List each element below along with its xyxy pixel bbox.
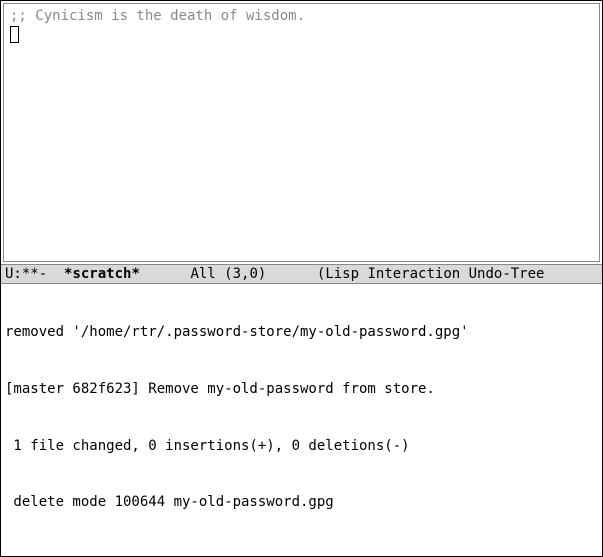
modeline-modes: (Lisp Interaction Undo-Tree [317, 266, 545, 282]
echo-area: removed '/home/rtr/.password-store/my-ol… [1, 284, 602, 556]
echo-line: removed '/home/rtr/.password-store/my-ol… [5, 323, 598, 342]
emacs-window: ;; Cynicism is the death of wisdom. U:**… [1, 1, 602, 556]
echo-line: [master 682f623] Remove my-old-password … [5, 380, 598, 399]
mode-line[interactable]: U:**- *scratch* All (3,0) (Lisp Interact… [1, 264, 602, 284]
echo-line: 1 file changed, 0 insertions(+), 0 delet… [5, 437, 598, 456]
echo-line: delete mode 100644 my-old-password.gpg [5, 493, 598, 512]
cursor-line [10, 26, 593, 43]
modeline-position: All (3,0) [190, 266, 266, 282]
gap [266, 266, 317, 282]
modeline-status: U:**- [5, 266, 64, 282]
text-cursor [10, 26, 19, 43]
modeline-buffer-name: *scratch* [64, 266, 140, 282]
scratch-buffer[interactable]: ;; Cynicism is the death of wisdom. [3, 3, 600, 262]
gap [140, 266, 191, 282]
comment-text: ;; Cynicism is the death of wisdom. [10, 8, 593, 24]
